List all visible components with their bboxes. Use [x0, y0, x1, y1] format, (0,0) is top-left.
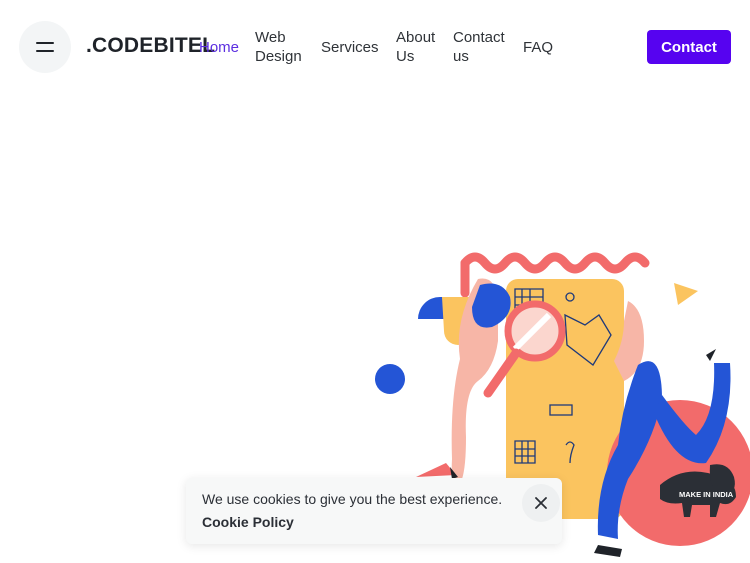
- close-icon: [535, 497, 547, 509]
- cookie-message: We use cookies to give you the best expe…: [202, 491, 503, 507]
- cookie-banner: We use cookies to give you the best expe…: [186, 478, 562, 544]
- cookie-policy-link[interactable]: Cookie Policy: [202, 514, 294, 530]
- contact-button[interactable]: Contact: [647, 30, 731, 64]
- hamburger-menu-icon: [36, 42, 54, 52]
- cookie-close-button[interactable]: [522, 484, 560, 522]
- site-logo[interactable]: .CODEBITEL: [86, 34, 215, 58]
- make-in-india-badge: MAKE IN INDIA: [679, 490, 734, 499]
- site-header: .CODEBITEL Home Web Design Services Abou…: [0, 0, 750, 92]
- nav-item-about-us[interactable]: About Us: [396, 28, 440, 66]
- nav-item-web-design[interactable]: Web Design: [255, 28, 305, 66]
- menu-button[interactable]: [19, 21, 71, 73]
- nav-item-contact-us[interactable]: Contact us: [453, 28, 509, 66]
- nav-item-services[interactable]: Services: [321, 38, 379, 57]
- nav-item-faq[interactable]: FAQ: [523, 38, 553, 57]
- nav-item-home[interactable]: Home: [199, 38, 239, 57]
